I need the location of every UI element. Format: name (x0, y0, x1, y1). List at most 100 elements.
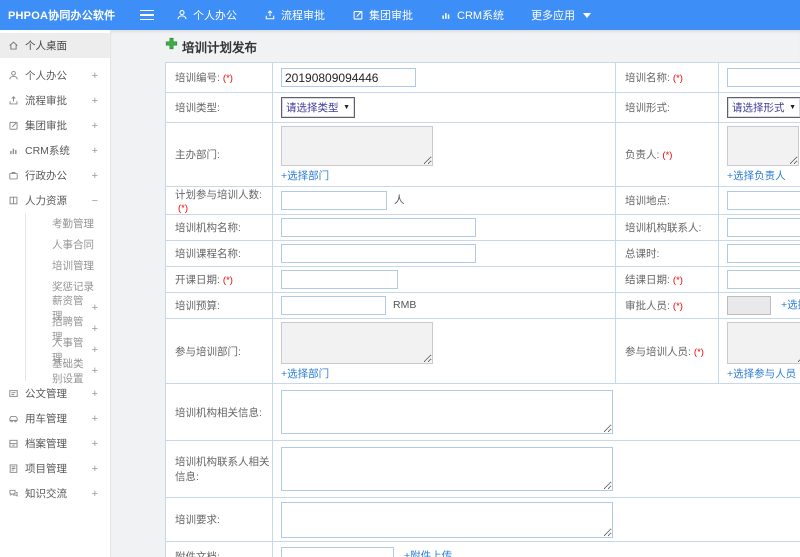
participant-count-input[interactable] (281, 191, 387, 210)
label-leader: 负责人: (*) (615, 122, 719, 187)
upload-icon (264, 9, 276, 21)
sidebar-item-knowledge[interactable]: 知识交流 + (0, 481, 110, 506)
expand-plus-icon: + (91, 364, 98, 377)
app-title: PHPOA协同办公软件 (8, 10, 116, 22)
sidebar: 个人桌面 个人办公 + 流程审批 + 集团审批 + CRM系统 + 行政办公 + (0, 30, 111, 557)
total-hours-input[interactable] (727, 244, 800, 263)
expand-plus-icon: + (91, 69, 98, 82)
label-org-contact: 培训机构联系人: (615, 214, 719, 241)
nav-group-approval[interactable]: 集团审批 (352, 7, 413, 23)
unit-rmb: RMB (393, 299, 417, 312)
sidebar-item-projects[interactable]: 项目管理 + (0, 456, 110, 481)
sidebar-item-vehicle[interactable]: 用车管理 + (0, 406, 110, 431)
expand-plus-icon: + (91, 119, 98, 132)
select-approver-link[interactable]: +选择审批人 (781, 297, 800, 312)
add-plus-icon (165, 37, 178, 55)
start-date-input[interactable] (281, 270, 398, 289)
page-title: 培训计划发布 (182, 40, 258, 55)
select-department-link[interactable]: +选择部门 (281, 366, 329, 381)
org-info-textarea[interactable] (281, 390, 613, 434)
expand-plus-icon: + (91, 412, 98, 425)
attachment-upload-link[interactable]: +附件上传 (404, 548, 452, 557)
label-budget: 培训预算: (165, 292, 273, 319)
select-leader-link[interactable]: +选择负责人 (727, 168, 786, 183)
training-location-input[interactable] (727, 191, 800, 210)
user-icon (176, 9, 188, 21)
main-content: 培训计划发布 培训编号:(*) 培训名称:(*) 培训类型: 请选择类型▼ 培训… (111, 30, 800, 557)
expand-plus-icon: + (91, 301, 98, 314)
select-department-link[interactable]: +选择部门 (281, 168, 329, 183)
sidebar-item-crm[interactable]: CRM系统 + (0, 138, 110, 163)
briefcase-icon (8, 170, 19, 181)
document-icon (8, 388, 19, 399)
expand-plus-icon: + (91, 144, 98, 157)
training-form-select[interactable]: 请选择形式 ▼ (727, 97, 800, 118)
top-header: PHPOA协同办公软件 个人办公 流程审批 集团审批 CRM系统 更多应用 (0, 0, 800, 30)
book-icon (8, 195, 19, 206)
sidebar-item-archives[interactable]: 档案管理 + (0, 431, 110, 456)
participate-members-textarea[interactable] (727, 321, 800, 364)
expand-plus-icon: + (91, 387, 98, 400)
expand-plus-icon: + (91, 437, 98, 450)
expand-plus-icon: + (91, 462, 98, 475)
budget-input[interactable] (281, 296, 386, 315)
sidebar-item-hr[interactable]: 人力资源 − (0, 188, 110, 213)
sidebar-item-group-approval[interactable]: 集团审批 + (0, 113, 110, 138)
sidebar-subitem-base-categories[interactable]: 基础类别设置 + (26, 358, 110, 385)
top-nav: 个人办公 流程审批 集团审批 CRM系统 更多应用 (176, 7, 592, 23)
sidebar-item-personal-desktop[interactable]: 个人桌面 (0, 33, 110, 58)
training-name-input[interactable] (727, 68, 800, 87)
clipboard-icon (8, 463, 19, 474)
expand-plus-icon: + (91, 169, 98, 182)
select-arrow-icon: ▼ (343, 104, 350, 111)
user-icon (8, 70, 19, 81)
sidebar-subitem-hr-contract[interactable]: 人事合同 (26, 234, 110, 255)
participate-departments-textarea[interactable] (281, 321, 433, 364)
hamburger-menu-icon[interactable] (140, 9, 154, 21)
attachment-input[interactable] (281, 547, 394, 557)
training-type-select[interactable]: 请选择类型 ▼ (281, 97, 355, 118)
expand-plus-icon: + (91, 343, 98, 356)
label-host-department: 主办部门: (165, 122, 273, 187)
nav-more-apps[interactable]: 更多应用 (531, 7, 592, 23)
training-number-input[interactable] (281, 68, 416, 87)
select-members-link[interactable]: +选择参与人员 (727, 366, 796, 381)
org-name-input[interactable] (281, 218, 476, 237)
edit-icon (8, 120, 19, 131)
org-contact-info-textarea[interactable] (281, 447, 613, 491)
nav-crm-system[interactable]: CRM系统 (440, 7, 504, 23)
label-participate-departments: 参与培训部门: (165, 318, 273, 384)
end-date-input[interactable] (727, 270, 800, 289)
expand-plus-icon: + (91, 94, 98, 107)
label-end-date: 结课日期: (*) (615, 266, 719, 293)
upload-icon (8, 95, 19, 106)
bar-chart-icon (8, 145, 19, 156)
org-contact-input[interactable] (727, 218, 800, 237)
label-training-number: 培训编号: (*) (165, 62, 273, 93)
training-requirements-textarea[interactable] (281, 501, 613, 538)
nav-workflow-approval[interactable]: 流程审批 (264, 7, 325, 23)
label-total-hours: 总课时: (615, 240, 719, 267)
host-department-textarea[interactable] (281, 126, 433, 166)
expand-plus-icon: + (91, 487, 98, 500)
nav-personal-office[interactable]: 个人办公 (176, 7, 237, 23)
training-plan-form: 培训编号:(*) 培训名称:(*) 培训类型: 请选择类型▼ 培训形式: 请选择… (165, 62, 800, 557)
page-title-bar: 培训计划发布 (165, 37, 800, 55)
course-name-input[interactable] (281, 244, 476, 263)
sidebar-subitem-training[interactable]: 培训管理 (26, 255, 110, 276)
sidebar-subitem-attendance[interactable]: 考勤管理 (26, 213, 110, 234)
sidebar-item-personal-office[interactable]: 个人办公 + (0, 63, 110, 88)
sidebar-item-admin-office[interactable]: 行政办公 + (0, 163, 110, 188)
edit-icon (352, 9, 364, 21)
approver-input[interactable] (727, 296, 771, 315)
sidebar-item-workflow-approval[interactable]: 流程审批 + (0, 88, 110, 113)
label-attachment: 附件文档: (165, 541, 273, 557)
leader-textarea[interactable] (727, 126, 799, 166)
hr-submenu: 考勤管理 人事合同 培训管理 奖惩记录 薪资管理 + 招聘管理 + 人事管理 + 基础… (25, 213, 110, 385)
label-participant-count: 计划参与培训人数:(*) (165, 186, 273, 215)
chat-icon (8, 488, 19, 499)
bar-chart-icon (440, 9, 452, 21)
car-icon (8, 413, 19, 424)
archive-icon (8, 438, 19, 449)
label-approver: 审批人员: (*) (615, 292, 719, 319)
